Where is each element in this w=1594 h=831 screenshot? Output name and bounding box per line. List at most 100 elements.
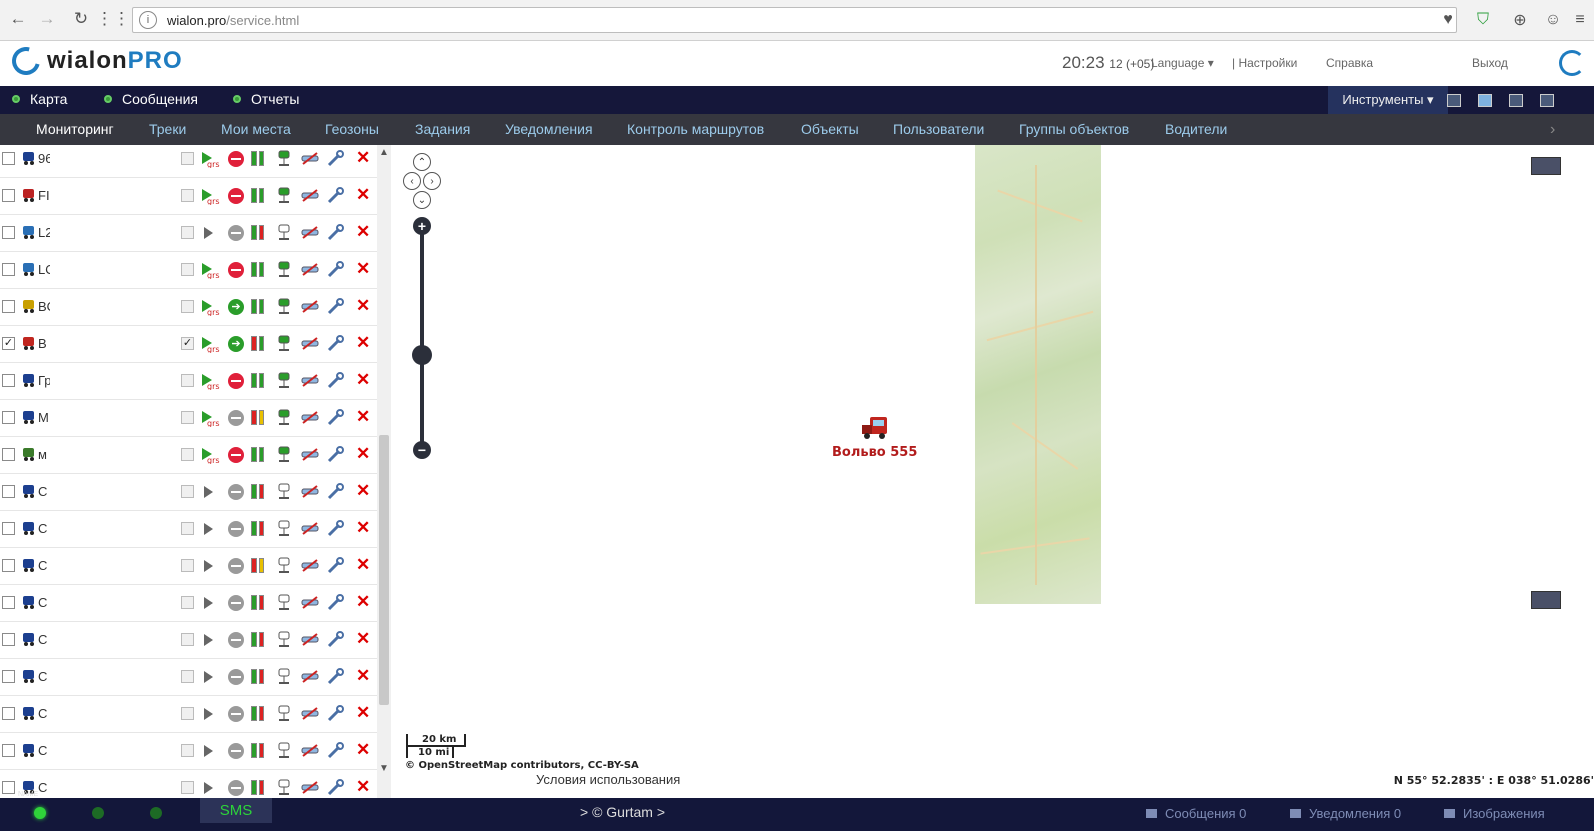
unit-select-checkbox[interactable] bbox=[2, 374, 15, 387]
unit-select-checkbox[interactable] bbox=[2, 263, 15, 276]
commands-icon[interactable] bbox=[300, 224, 320, 242]
wrench-icon[interactable] bbox=[326, 335, 344, 353]
commands-icon[interactable] bbox=[300, 520, 320, 538]
unit-row[interactable]: C ✕ bbox=[0, 770, 384, 798]
wrench-icon[interactable] bbox=[326, 557, 344, 575]
logout-link[interactable]: Выход bbox=[1472, 56, 1508, 70]
delete-icon[interactable]: ✕ bbox=[356, 148, 370, 168]
unit-select-checkbox[interactable] bbox=[2, 448, 15, 461]
antenna-icon[interactable] bbox=[276, 482, 292, 500]
antenna-icon[interactable] bbox=[276, 667, 292, 685]
scroll-down-icon[interactable]: ▼ bbox=[378, 763, 390, 775]
map-attribution[interactable]: © OpenStreetMap contributors, CC-BY-SA bbox=[405, 760, 639, 771]
tabs-scroll-right-icon[interactable]: › bbox=[1550, 121, 1555, 139]
delete-icon[interactable]: ✕ bbox=[356, 629, 370, 649]
show-on-map-checkbox[interactable] bbox=[181, 744, 194, 757]
wialon-logo[interactable]: wialonPRO bbox=[6, 41, 183, 81]
delete-icon[interactable]: ✕ bbox=[356, 555, 370, 575]
back-icon[interactable]: ← bbox=[7, 8, 29, 30]
delete-icon[interactable]: ✕ bbox=[356, 444, 370, 464]
commands-icon[interactable] bbox=[300, 631, 320, 649]
unit-select-checkbox[interactable] bbox=[2, 670, 15, 683]
commands-icon[interactable] bbox=[300, 594, 320, 612]
gurtam-link[interactable]: > © Gurtam > bbox=[580, 804, 665, 820]
delete-icon[interactable]: ✕ bbox=[356, 592, 370, 612]
unit-row[interactable]: BO grs ➔ ✕ bbox=[0, 289, 384, 326]
messages-counter[interactable]: Сообщения 0 bbox=[1146, 806, 1246, 821]
map-layers-icon[interactable] bbox=[1531, 157, 1561, 175]
wrench-icon[interactable] bbox=[326, 594, 344, 612]
delete-icon[interactable]: ✕ bbox=[356, 259, 370, 279]
tab-units[interactable]: Объекты bbox=[801, 121, 859, 137]
unit-row[interactable]: м grs ✕ bbox=[0, 437, 384, 474]
language-dropdown[interactable]: Language ▾ bbox=[1151, 56, 1214, 70]
unit-row[interactable]: Mgrs ✕ bbox=[0, 400, 384, 437]
unit-row[interactable]: C ✕ bbox=[0, 511, 384, 548]
pan-right-icon[interactable]: › bbox=[423, 172, 441, 190]
show-on-map-checkbox[interactable] bbox=[181, 189, 194, 202]
pan-down-icon[interactable]: ⌄ bbox=[413, 191, 431, 209]
apps-grid-icon[interactable]: ⋮⋮ bbox=[96, 8, 130, 30]
zoom-slider[interactable] bbox=[420, 229, 424, 449]
tools-dropdown[interactable]: Инструменты ▾ bbox=[1328, 86, 1448, 114]
antenna-icon[interactable] bbox=[276, 371, 292, 389]
antenna-icon[interactable] bbox=[276, 186, 292, 204]
show-on-map-checkbox[interactable] bbox=[181, 707, 194, 720]
commands-icon[interactable] bbox=[300, 742, 320, 760]
wrench-icon[interactable] bbox=[326, 298, 344, 316]
unit-select-checkbox[interactable] bbox=[2, 411, 15, 424]
antenna-icon[interactable] bbox=[276, 223, 292, 241]
antenna-icon[interactable] bbox=[276, 593, 292, 611]
notifications-counter[interactable]: Уведомления 0 bbox=[1290, 806, 1401, 821]
commands-icon[interactable] bbox=[300, 557, 320, 575]
show-on-map-checkbox[interactable] bbox=[181, 522, 194, 535]
layout-single-icon[interactable] bbox=[1447, 94, 1461, 107]
unit-row[interactable]: C ✕ bbox=[0, 733, 384, 770]
tab-tracks[interactable]: Треки bbox=[149, 121, 186, 137]
wrench-icon[interactable] bbox=[326, 779, 344, 797]
delete-icon[interactable]: ✕ bbox=[356, 370, 370, 390]
unit-row[interactable]: C ✕ bbox=[0, 548, 384, 585]
commands-icon[interactable] bbox=[300, 483, 320, 501]
tab-my-places[interactable]: Мои места bbox=[221, 121, 291, 137]
unit-select-checkbox[interactable] bbox=[2, 152, 15, 165]
commands-icon[interactable] bbox=[300, 261, 320, 279]
unit-select-checkbox[interactable] bbox=[2, 226, 15, 239]
unit-select-checkbox[interactable] bbox=[2, 559, 15, 572]
unit-row[interactable]: ✓ B ✓ grs ➔ ✕ bbox=[0, 326, 384, 363]
delete-icon[interactable]: ✕ bbox=[356, 296, 370, 316]
commands-icon[interactable] bbox=[300, 668, 320, 686]
antenna-icon[interactable] bbox=[276, 445, 292, 463]
terms-link[interactable]: Условия использования bbox=[536, 772, 680, 787]
unit-row[interactable]: L2 ✕ bbox=[0, 215, 384, 252]
tab-notifications[interactable]: Уведомления bbox=[505, 121, 593, 137]
zoom-handle[interactable] bbox=[412, 345, 432, 365]
delete-icon[interactable]: ✕ bbox=[356, 185, 370, 205]
wrench-icon[interactable] bbox=[326, 705, 344, 723]
layout-split-icon[interactable] bbox=[1478, 94, 1492, 107]
wrench-icon[interactable] bbox=[326, 150, 344, 168]
wrench-icon[interactable] bbox=[326, 742, 344, 760]
commands-icon[interactable] bbox=[300, 150, 320, 168]
scroll-thumb[interactable] bbox=[379, 435, 389, 705]
map-legend-icon[interactable] bbox=[1531, 591, 1561, 609]
sms-button[interactable]: SMS bbox=[200, 798, 272, 823]
unit-row[interactable]: C ✕ bbox=[0, 696, 384, 733]
menu-icon[interactable]: ≡ bbox=[1568, 8, 1592, 32]
zoom-out-icon[interactable]: − bbox=[413, 441, 431, 459]
wrench-icon[interactable] bbox=[326, 446, 344, 464]
antenna-icon[interactable] bbox=[276, 778, 292, 796]
unit-select-checkbox[interactable] bbox=[2, 596, 15, 609]
show-on-map-checkbox[interactable] bbox=[181, 633, 194, 646]
profile-icon[interactable]: ☺ bbox=[1541, 8, 1565, 32]
unit-select-checkbox[interactable] bbox=[2, 485, 15, 498]
show-on-map-checkbox[interactable]: ✓ bbox=[181, 337, 194, 350]
commands-icon[interactable] bbox=[300, 372, 320, 390]
unit-select-checkbox[interactable] bbox=[2, 744, 15, 757]
unit-row[interactable]: C ✕ bbox=[0, 622, 384, 659]
nav-map[interactable]: Карта bbox=[12, 91, 67, 107]
antenna-icon[interactable] bbox=[276, 408, 292, 426]
commands-icon[interactable] bbox=[300, 409, 320, 427]
nav-messages[interactable]: Сообщения bbox=[104, 91, 198, 107]
show-on-map-checkbox[interactable] bbox=[181, 226, 194, 239]
